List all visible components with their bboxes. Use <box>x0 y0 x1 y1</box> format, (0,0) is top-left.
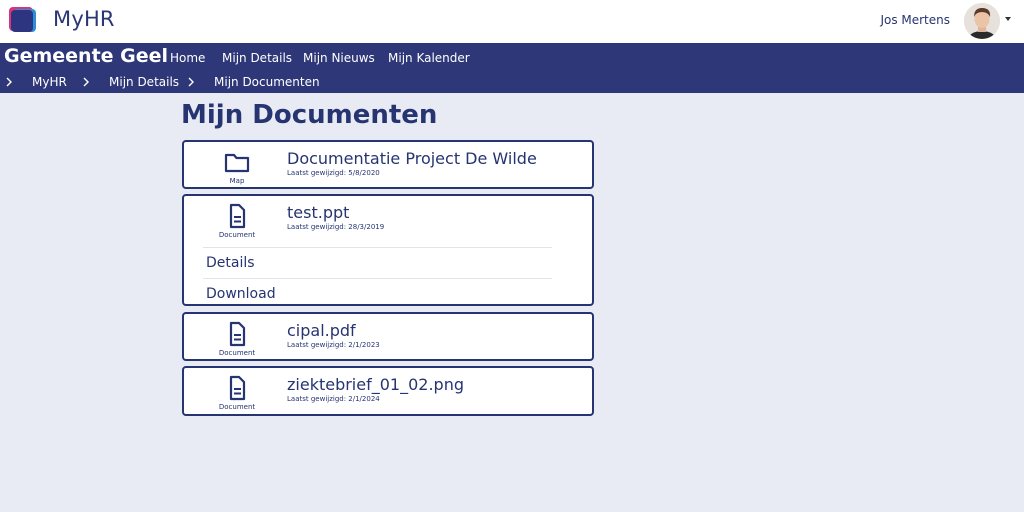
chevron-right-icon <box>6 77 12 87</box>
item-type-label: Document <box>218 403 256 411</box>
list-item-document[interactable]: Document cipal.pdf Laatst gewijzigd: 2/1… <box>182 312 594 361</box>
item-modified-date: Laatst gewijzigd: 5/8/2020 <box>287 169 380 177</box>
divider <box>203 278 552 279</box>
list-item-document-expanded[interactable]: Document test.ppt Laatst gewijzigd: 28/3… <box>182 194 594 306</box>
download-button[interactable]: Download <box>206 286 276 302</box>
nav-item-mijn-kalender[interactable]: Mijn Kalender <box>388 51 470 65</box>
details-button[interactable]: Details <box>206 255 255 271</box>
org-name: Gemeente Geel <box>4 45 169 67</box>
item-name[interactable]: test.ppt <box>287 203 349 222</box>
user-name[interactable]: Jos Mertens <box>880 13 950 27</box>
breadcrumb-item-mijn-details[interactable]: Mijn Details <box>109 75 179 89</box>
item-modified-date: Laatst gewijzigd: 2/1/2023 <box>287 341 380 349</box>
item-name[interactable]: Documentatie Project De Wilde <box>287 149 537 168</box>
list-item-document[interactable]: Document ziektebrief_01_02.png Laatst ge… <box>182 366 594 416</box>
avatar[interactable] <box>964 3 1000 39</box>
item-name[interactable]: ziektebrief_01_02.png <box>287 375 464 394</box>
breadcrumb-item-mijn-documenten: Mijn Documenten <box>214 75 320 89</box>
nav-item-mijn-details[interactable]: Mijn Details <box>222 51 292 65</box>
document-icon <box>229 321 246 347</box>
nav-item-home[interactable]: Home <box>170 51 205 65</box>
top-app-bar: MyHR Jos Mertens <box>0 0 1024 43</box>
chevron-right-icon <box>188 77 194 87</box>
main-nav-bar: Gemeente Geel Home Mijn Details Mijn Nie… <box>0 43 1024 93</box>
nav-item-mijn-nieuws[interactable]: Mijn Nieuws <box>303 51 375 65</box>
document-icon <box>229 203 246 229</box>
folder-icon <box>224 153 250 173</box>
chevron-right-icon <box>83 77 89 87</box>
item-name[interactable]: cipal.pdf <box>287 321 356 340</box>
page-title: Mijn Documenten <box>181 100 438 130</box>
item-modified-date: Laatst gewijzigd: 2/1/2024 <box>287 395 380 403</box>
divider <box>203 247 552 248</box>
app-logo[interactable] <box>9 7 37 35</box>
app-title[interactable]: MyHR <box>53 7 115 31</box>
item-type-label: Document <box>218 231 256 239</box>
user-menu-chevron-down-icon[interactable] <box>1005 17 1011 21</box>
item-type-label: Map <box>229 177 245 185</box>
list-item-folder[interactable]: Map Documentatie Project De Wilde Laatst… <box>182 140 594 189</box>
item-modified-date: Laatst gewijzigd: 28/3/2019 <box>287 223 385 231</box>
breadcrumb-item-myhr[interactable]: MyHR <box>32 75 67 89</box>
item-type-label: Document <box>218 349 256 357</box>
document-icon <box>229 375 246 401</box>
